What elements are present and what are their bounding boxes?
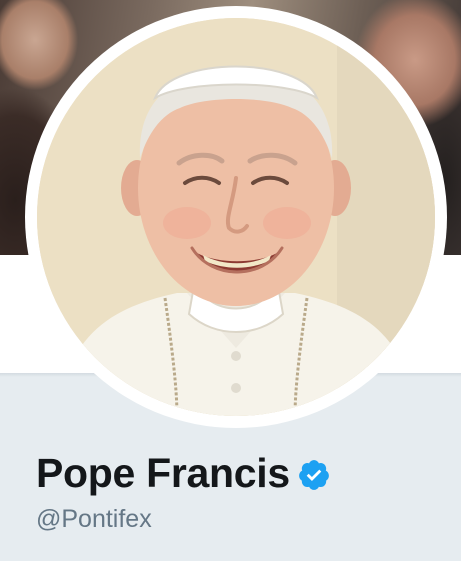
user-handle[interactable]: @Pontifex [36, 505, 152, 534]
display-name-row: Pope Francis [36, 448, 331, 498]
avatar[interactable] [37, 18, 435, 416]
verified-badge-icon[interactable] [297, 458, 331, 492]
profile-card: Pope Francis @Pontifex [0, 0, 461, 561]
display-name[interactable]: Pope Francis [36, 450, 290, 497]
avatar-portrait-icon [37, 18, 435, 416]
